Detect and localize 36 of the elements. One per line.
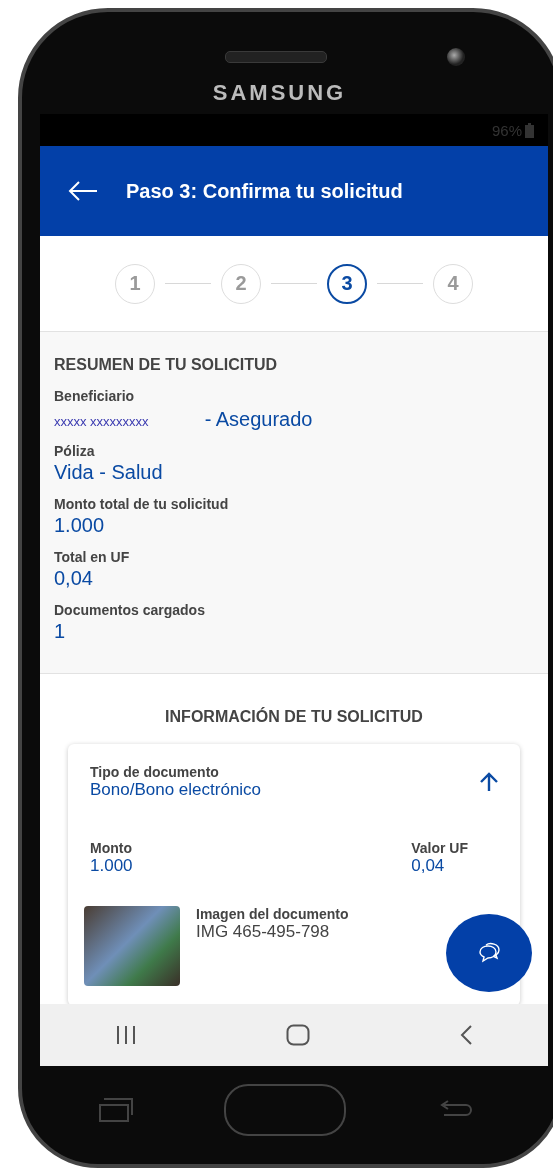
section-title: RESUMEN DE TU SOLICITUD xyxy=(54,356,279,374)
field-label: Tipo de documento xyxy=(90,764,220,780)
field-value: Vida - Salud xyxy=(54,461,164,484)
home-button[interactable] xyxy=(286,1024,310,1046)
field-value: 0,04 xyxy=(54,567,94,590)
field-value: xxxxx xxxxxxxxx xyxy=(54,414,149,429)
field-label: Beneficiario xyxy=(54,388,136,404)
battery-icon xyxy=(525,122,534,138)
section-title: INFORMACIÓN DE TU SOLICITUD xyxy=(165,708,423,726)
field-label: Total en UF xyxy=(54,549,131,565)
home-icon xyxy=(286,1024,310,1046)
back-button[interactable] xyxy=(459,1024,474,1046)
field-label: Documentos cargados xyxy=(54,602,206,618)
field-value: 1.000 xyxy=(54,514,106,537)
device-brand: SAMSUNG xyxy=(212,80,347,106)
recent-apps-key-icon xyxy=(97,1097,134,1123)
photo-placeholder[interactable] xyxy=(84,906,180,986)
field-label: Monto xyxy=(90,840,133,856)
field-value: 1 xyxy=(54,620,67,643)
chat-bubbles-icon xyxy=(477,942,501,964)
field-value: 0,04 xyxy=(411,856,446,876)
page-title: Paso 3: Confirma tu solicitud xyxy=(126,179,403,203)
camera-lens xyxy=(446,48,465,66)
file-name: IMG 465-495-798 xyxy=(196,922,331,942)
field-value: Bono/Bono electrónico xyxy=(90,780,262,800)
back-arrow-icon xyxy=(68,181,98,201)
back-chevron-icon xyxy=(459,1024,474,1046)
field-value: 1.000 xyxy=(90,856,133,876)
field-label: Monto total de tu solicitud xyxy=(54,496,230,512)
field-label: Póliza xyxy=(54,443,96,459)
field-label: Imagen del documento xyxy=(196,906,349,922)
field-label: Valor UF xyxy=(411,840,468,856)
recent-apps-button[interactable] xyxy=(114,1025,137,1045)
step-indicator: 3 xyxy=(327,263,367,304)
field-value: - Asegurado xyxy=(204,408,313,431)
recent-apps-icon xyxy=(114,1025,137,1045)
